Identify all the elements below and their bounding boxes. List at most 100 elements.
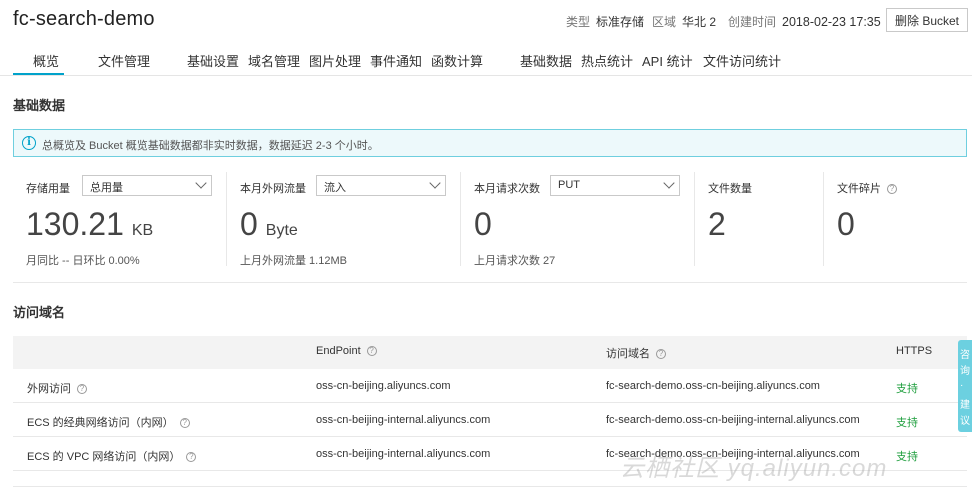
table-header-https: HTTPS [896, 345, 933, 357]
region-label: 区域 [652, 15, 677, 29]
row-name: ECS 的经典网络访问（内网）? [27, 414, 190, 430]
created-value: 2018-02-23 17:35 [782, 15, 881, 29]
stat-fragments-label: 文件碎片? [837, 180, 897, 196]
bucket-name: fc-search-demo [13, 8, 155, 30]
stat-requests-value: 0 [474, 206, 492, 243]
stat-divider [226, 172, 227, 266]
storage-select-value: 总用量 [90, 182, 123, 194]
chevron-down-icon [195, 177, 207, 189]
bucket-tabs: 概览 文件管理 基础设置 域名管理 图片处理 事件通知 函数计算 基础数据 热点… [0, 42, 972, 76]
feedback-float-button[interactable]: 咨 询 · 建 议 [958, 340, 972, 432]
row-endpoint: oss-cn-beijing-internal.aliyuncs.com [316, 414, 491, 426]
table-header-endpoint: EndPoint? [316, 345, 377, 357]
row-endpoint: oss-cn-beijing-internal.aliyuncs.com [316, 448, 491, 460]
tab-basic-data[interactable]: 基础数据 [520, 51, 572, 70]
type-value: 标准存储 [596, 15, 645, 29]
fragments-label-text: 文件碎片 [837, 183, 881, 195]
tab-event-notification[interactable]: 事件通知 [370, 51, 422, 70]
traffic-select-value: 流入 [324, 182, 346, 194]
help-icon[interactable]: ? [77, 384, 87, 394]
stat-divider [460, 172, 461, 266]
fragments-value: 0 [837, 206, 855, 242]
file-count-value: 2 [708, 206, 726, 242]
info-text: 总概览及 Bucket 概览基础数据都非实时数据，数据延迟 2-3 个小时。 [42, 140, 379, 152]
row-name-text: ECS 的经典网络访问（内网） [27, 417, 174, 429]
storage-type-select[interactable]: 总用量 [82, 175, 212, 196]
tab-api-stats[interactable]: API 统计 [642, 51, 693, 70]
stat-requests-label: 本月请求次数 [474, 183, 540, 195]
row-domain: fc-search-demo.oss-cn-beijing-internal.a… [606, 414, 860, 426]
endpoint-header-text: EndPoint [316, 345, 361, 357]
traffic-value-unit: Byte [265, 222, 298, 239]
table-row: 外网访问? oss-cn-beijing.aliyuncs.com fc-sea… [13, 369, 967, 403]
info-notice: i 总概览及 Bucket 概览基础数据都非实时数据，数据延迟 2-3 个小时。 [13, 129, 967, 157]
active-tab-indicator [13, 73, 64, 75]
bucket-region: 区域 华北 2 [652, 13, 716, 30]
help-icon[interactable]: ? [366, 346, 377, 356]
storage-value-number: 130.21 [26, 206, 124, 242]
row-name: 外网访问? [27, 380, 87, 396]
stat-storage-sub: 月同比 -- 日环比 0.00% [26, 255, 140, 267]
tab-file-access-stats[interactable]: 文件访问统计 [703, 51, 781, 70]
stat-traffic-label: 本月外网流量 [240, 183, 306, 195]
type-label: 类型 [566, 15, 591, 29]
info-icon: i [22, 136, 36, 150]
traffic-direction-select[interactable]: 流入 [316, 175, 446, 196]
bucket-type: 类型 标准存储 [566, 13, 644, 30]
stat-file-count: 文件数量 2 [708, 172, 818, 270]
row-https: 支持 [896, 451, 918, 463]
basic-data-title: 基础数据 [13, 98, 66, 113]
bottom-divider [13, 486, 967, 487]
stat-storage: 存储用量 总用量 130.21 KB 月同比 -- 日环比 0.00% [26, 172, 226, 270]
feedback-char: 议 [960, 416, 970, 427]
tab-hotspot-stats[interactable]: 热点统计 [581, 51, 633, 70]
tab-overview[interactable]: 概览 [33, 51, 59, 70]
request-method-select[interactable]: PUT [550, 175, 680, 196]
chevron-down-icon [663, 177, 675, 189]
access-domain-title: 访问域名 [13, 305, 66, 320]
feedback-char: 询 [960, 366, 970, 377]
row-name-text: ECS 的 VPC 网络访问（内网） [27, 451, 181, 463]
stat-requests: 本月请求次数 PUT 0 上月请求次数 27 [474, 172, 684, 270]
feedback-char: 建 [960, 400, 970, 411]
table-row: ECS 的经典网络访问（内网）? oss-cn-beijing-internal… [13, 403, 967, 437]
tab-file-management[interactable]: 文件管理 [98, 51, 150, 70]
stat-traffic-sub: 上月外网流量 1.12MB [240, 255, 347, 267]
tab-domain-management[interactable]: 域名管理 [248, 51, 300, 70]
stat-divider [823, 172, 824, 266]
feedback-char: 咨 [960, 350, 970, 361]
traffic-value-number: 0 [240, 206, 258, 242]
table-header-domain: 访问域名? [606, 345, 666, 361]
help-icon[interactable]: ? [887, 184, 897, 194]
stat-divider [694, 172, 695, 266]
section-divider [13, 282, 967, 283]
bucket-header: fc-search-demo 类型 标准存储 区域 华北 2 创建时间 2018-02… [0, 0, 972, 40]
help-icon[interactable]: ? [179, 418, 190, 428]
tab-basic-settings[interactable]: 基础设置 [187, 51, 239, 70]
feedback-char: · [960, 380, 964, 391]
stat-requests-sub: 上月请求次数 27 [474, 255, 556, 267]
bucket-created: 创建时间 2018-02-23 17:35 [728, 13, 881, 30]
domain-header-text: 访问域名 [606, 348, 650, 360]
chevron-down-icon [429, 177, 441, 189]
requests-value-number: 0 [474, 206, 492, 242]
delete-bucket-button[interactable]: 删除 Bucket [886, 8, 968, 32]
request-select-value: PUT [558, 179, 580, 191]
row-https: 支持 [896, 417, 918, 429]
stat-traffic: 本月外网流量 流入 0 Byte 上月外网流量 1.12MB [240, 172, 450, 270]
stat-storage-label: 存储用量 [26, 183, 70, 195]
tab-image-processing[interactable]: 图片处理 [309, 51, 361, 70]
row-name: ECS 的 VPC 网络访问（内网）? [27, 448, 197, 464]
help-icon[interactable]: ? [186, 452, 197, 462]
watermark: 云栖社区 yq.aliyun.com [620, 455, 888, 482]
tab-function-compute[interactable]: 函数计算 [431, 51, 483, 70]
table-header: EndPoint? 访问域名? HTTPS [13, 336, 967, 369]
storage-value-unit: KB [131, 222, 154, 239]
help-icon[interactable]: ? [656, 349, 666, 359]
row-domain: fc-search-demo.oss-cn-beijing.aliyuncs.c… [606, 380, 820, 392]
row-name-text: 外网访问 [27, 383, 71, 395]
created-label: 创建时间 [728, 15, 777, 29]
region-value: 华北 2 [682, 15, 717, 29]
stat-file-count-label: 文件数量 [708, 183, 752, 195]
stat-fragments: 文件碎片? 0 [837, 172, 957, 270]
